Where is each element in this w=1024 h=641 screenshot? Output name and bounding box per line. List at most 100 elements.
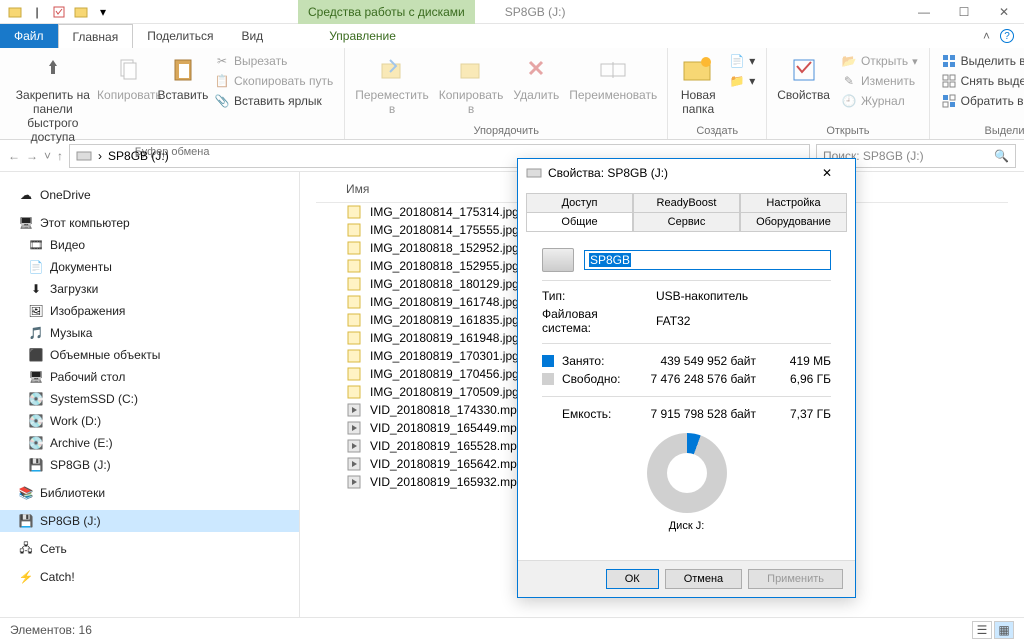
new-folder-button[interactable]: Новая папка xyxy=(676,52,720,118)
sidebar-item-sp8gb-selected[interactable]: 💾SP8GB (J:) xyxy=(0,510,299,532)
dialog-close-button[interactable]: ✕ xyxy=(807,166,847,180)
view-tiles-button[interactable]: ▦ xyxy=(994,621,1014,639)
main-area: ☁OneDrive 🖥Этот компьютер 🎞Видео 📄Докуме… xyxy=(0,172,1024,617)
file-name: IMG_20180818_152952.jpg xyxy=(370,241,519,255)
dialog-tabs: Доступ ReadyBoost Настройка Общие Сервис… xyxy=(518,187,855,231)
dlg-tab-service[interactable]: Сервис xyxy=(633,212,740,231)
sidebar-item-pictures[interactable]: 🖼Изображения xyxy=(0,300,299,322)
apply-button[interactable]: Применить xyxy=(748,569,843,589)
image-file-icon xyxy=(346,276,362,292)
sidebar-item-desktop[interactable]: 🖥Рабочий стол xyxy=(0,366,299,388)
nav-recent-dropdown[interactable]: ˅ xyxy=(44,149,51,163)
dlg-tab-settings[interactable]: Настройка xyxy=(740,193,847,212)
sidebar-item-onedrive[interactable]: ☁OneDrive xyxy=(0,184,299,206)
drive-large-icon xyxy=(542,248,574,272)
copy-to-icon xyxy=(455,54,487,86)
video-file-icon xyxy=(346,474,362,490)
view-details-button[interactable]: ☰ xyxy=(972,621,992,639)
pin-button[interactable]: Закрепить на панели быстрого доступа xyxy=(8,52,98,146)
delete-button[interactable]: Удалить xyxy=(511,52,561,104)
tab-share[interactable]: Поделиться xyxy=(133,24,227,48)
file-name: VID_20180819_165528.mp4 xyxy=(370,439,523,453)
navigation-pane[interactable]: ☁OneDrive 🖥Этот компьютер 🎞Видео 📄Докуме… xyxy=(0,172,300,617)
sidebar-item-network[interactable]: 🖧Сеть xyxy=(0,538,299,560)
breadcrumb-location[interactable]: SP8GB (J:) xyxy=(108,149,169,163)
file-name: IMG_20180819_170509.jpg xyxy=(370,385,519,399)
file-name: IMG_20180814_175555.jpg xyxy=(370,223,519,237)
dlg-tab-readyboost[interactable]: ReadyBoost xyxy=(633,193,740,212)
select-none-button[interactable]: Снять выделение xyxy=(938,72,1024,90)
new-folder-qat-icon[interactable] xyxy=(72,3,90,21)
dlg-tab-hardware[interactable]: Оборудование xyxy=(740,212,847,231)
ribbon-group-clipboard: Закрепить на панели быстрого доступа Коп… xyxy=(0,48,345,139)
easy-access-button[interactable]: 📁▾ xyxy=(726,72,758,90)
sidebar-item-archive[interactable]: 💽Archive (E:) xyxy=(0,432,299,454)
pin-icon xyxy=(37,54,69,86)
delete-icon xyxy=(520,54,552,86)
free-label: Свободно: xyxy=(562,372,632,386)
move-to-button[interactable]: Переместить в xyxy=(353,52,431,118)
select-all-button[interactable]: Выделить все xyxy=(938,52,1024,70)
copy-icon xyxy=(113,54,145,86)
file-name: IMG_20180819_161748.jpg xyxy=(370,295,519,309)
ribbon-tabs: Файл Главная Поделиться Вид Управление ˄… xyxy=(0,24,1024,48)
tab-file[interactable]: Файл xyxy=(0,24,58,48)
invert-selection-button[interactable]: Обратить выделение xyxy=(938,92,1024,110)
paste-button[interactable]: Вставить xyxy=(161,52,205,104)
nav-up-button[interactable]: ↑ xyxy=(57,149,63,163)
tab-home[interactable]: Главная xyxy=(58,24,134,48)
used-label: Занято: xyxy=(562,354,632,368)
sidebar-item-3d[interactable]: ⬛Объемные объекты xyxy=(0,344,299,366)
ribbon-collapse-icon[interactable]: ˄ xyxy=(983,29,990,43)
minimize-button[interactable]: — xyxy=(904,0,944,24)
free-human: 6,96 ГБ xyxy=(776,372,831,386)
paste-shortcut-button[interactable]: 📎Вставить ярлык xyxy=(211,92,336,110)
copy-to-button[interactable]: Копировать в xyxy=(437,52,506,118)
copy-button[interactable]: Копировать xyxy=(104,52,155,104)
image-file-icon xyxy=(346,384,362,400)
help-icon[interactable]: ? xyxy=(1000,29,1014,43)
sidebar-item-videos[interactable]: 🎞Видео xyxy=(0,234,299,256)
sidebar-item-systemssd[interactable]: 💽SystemSSD (C:) xyxy=(0,388,299,410)
rename-button[interactable]: Переименовать xyxy=(567,52,659,104)
copy-path-button[interactable]: 📋Скопировать путь xyxy=(211,72,336,90)
dlg-tab-access[interactable]: Доступ xyxy=(526,193,633,212)
used-bytes: 439 549 952 байт xyxy=(632,354,776,368)
properties-qat-icon[interactable] xyxy=(50,3,68,21)
edit-button[interactable]: ✎Изменить xyxy=(838,72,921,90)
sidebar-item-sp8gb[interactable]: 💾SP8GB (J:) xyxy=(0,454,299,476)
close-button[interactable]: ✕ xyxy=(984,0,1024,24)
tab-view[interactable]: Вид xyxy=(227,24,277,48)
maximize-button[interactable]: ☐ xyxy=(944,0,984,24)
file-name: VID_20180819_165449.mp4 xyxy=(370,421,523,435)
properties-button[interactable]: Свойства xyxy=(775,52,832,104)
history-button[interactable]: 🕘Журнал xyxy=(838,92,921,110)
sidebar-item-music[interactable]: 🎵Музыка xyxy=(0,322,299,344)
cut-button[interactable]: ✂Вырезать xyxy=(211,52,336,70)
search-icon: 🔍 xyxy=(994,149,1009,163)
capacity-label: Емкость: xyxy=(562,407,632,421)
capacity-bytes: 7 915 798 528 байт xyxy=(632,407,776,421)
sidebar-item-catch[interactable]: ⚡Catch! xyxy=(0,566,299,588)
tab-manage[interactable]: Управление xyxy=(315,24,410,48)
new-item-button[interactable]: 📄▾ xyxy=(726,52,758,70)
video-file-icon xyxy=(346,438,362,454)
file-name: IMG_20180818_152955.jpg xyxy=(370,259,519,273)
sidebar-item-libraries[interactable]: 📚Библиотеки xyxy=(0,482,299,504)
volume-label-input[interactable]: SP8GB xyxy=(584,250,831,270)
file-name: IMG_20180819_161948.jpg xyxy=(370,331,519,345)
sidebar-item-documents[interactable]: 📄Документы xyxy=(0,256,299,278)
dialog-titlebar[interactable]: Свойства: SP8GB (J:) ✕ xyxy=(518,159,855,187)
nav-back-button[interactable]: ← xyxy=(8,149,20,163)
open-button[interactable]: 📂Открыть ▾ xyxy=(838,52,921,70)
ok-button[interactable]: ОК xyxy=(606,569,659,589)
dlg-tab-general[interactable]: Общие xyxy=(526,212,633,231)
qat-dropdown-icon[interactable]: ▾ xyxy=(94,3,112,21)
sidebar-item-this-pc[interactable]: 🖥Этот компьютер xyxy=(0,212,299,234)
sidebar-item-work[interactable]: 💽Work (D:) xyxy=(0,410,299,432)
cancel-button[interactable]: Отмена xyxy=(665,569,742,589)
file-name: IMG_20180819_170301.jpg xyxy=(370,349,519,363)
sidebar-item-downloads[interactable]: ⬇Загрузки xyxy=(0,278,299,300)
cut-icon: ✂ xyxy=(214,53,230,69)
nav-forward-button[interactable]: → xyxy=(26,149,38,163)
